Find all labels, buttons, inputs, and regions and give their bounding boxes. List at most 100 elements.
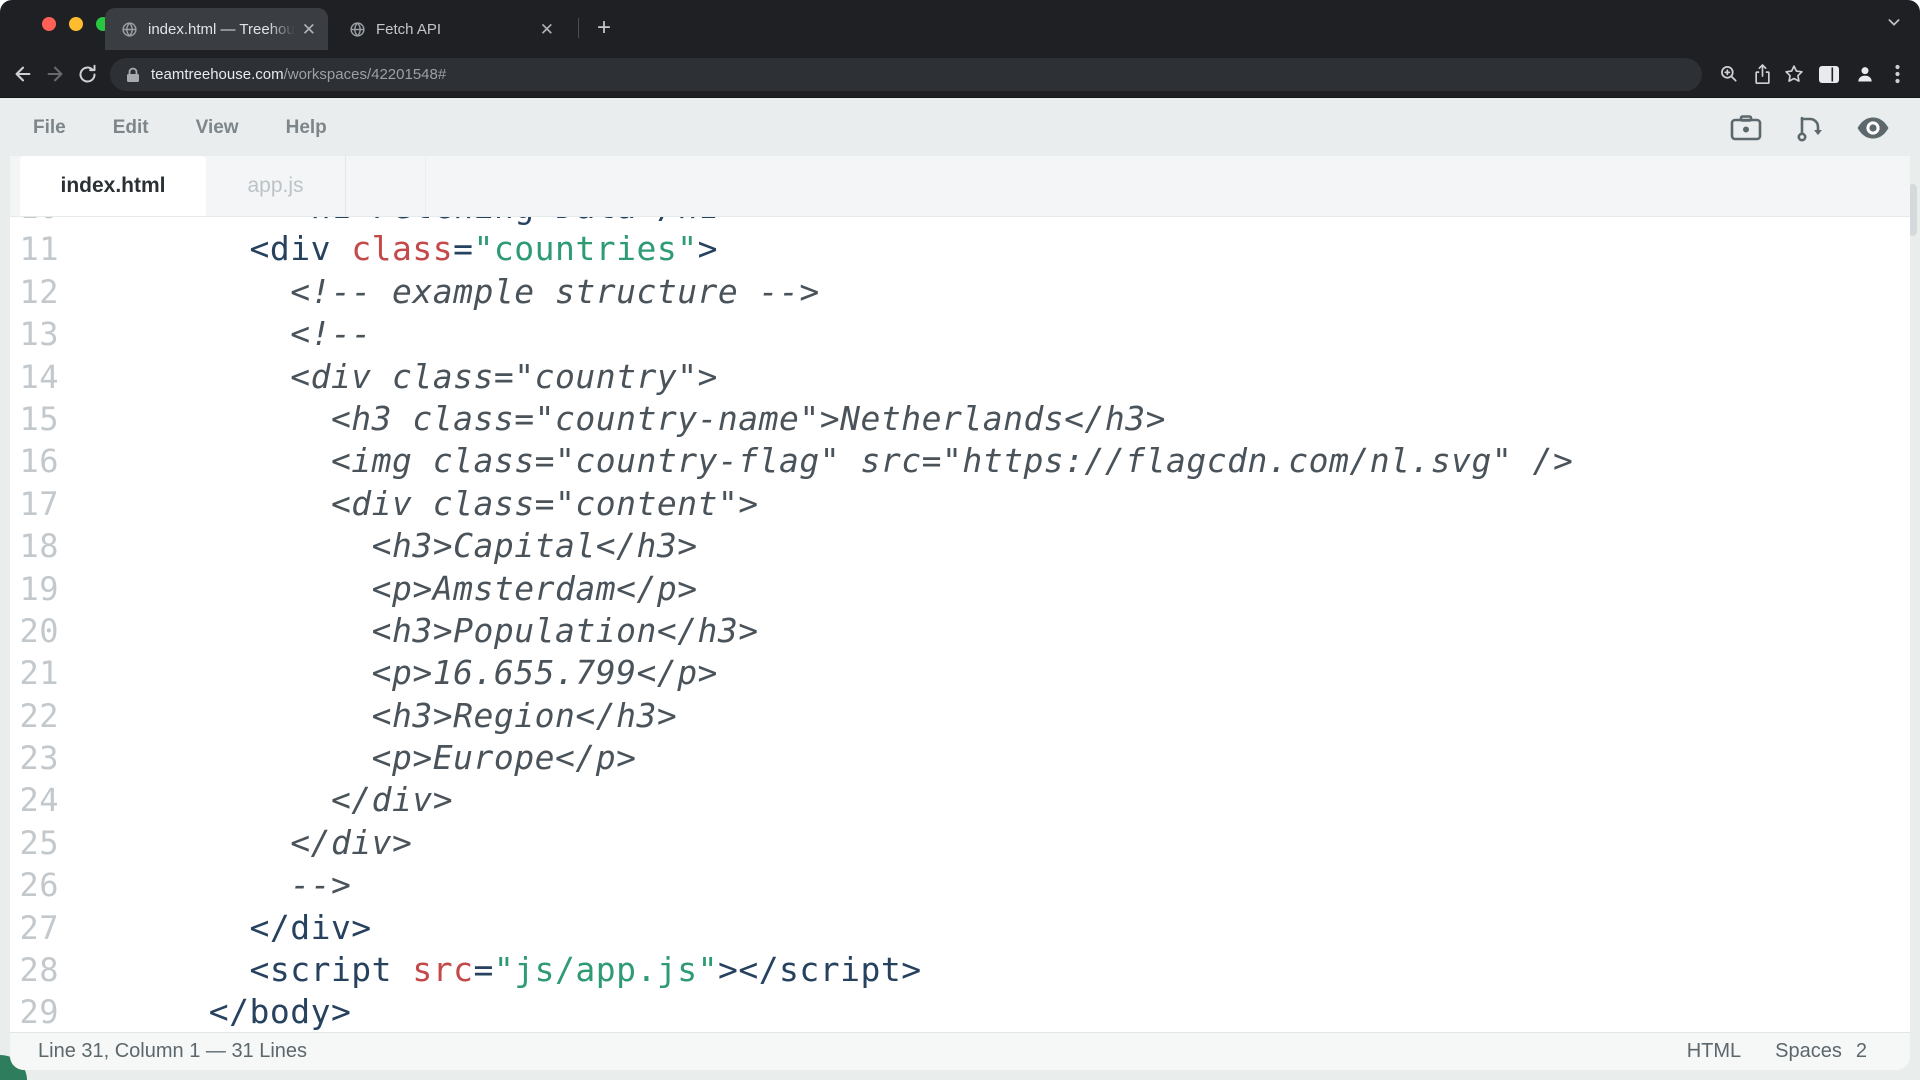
globe-favicon-icon: [349, 21, 366, 38]
browser-tabstrip: index.html — Treehouse Works ✕ Fetch API…: [0, 0, 1920, 50]
address-bar[interactable]: teamtreehouse.com/workspaces/42201548#: [110, 58, 1702, 91]
forward-button[interactable]: [40, 59, 70, 89]
code-text: <div class="countries">: [168, 228, 718, 270]
back-button[interactable]: [8, 59, 38, 89]
side-panel-icon[interactable]: [1814, 59, 1844, 89]
code-text: </div>: [168, 779, 453, 821]
browser-toolbar: teamtreehouse.com/workspaces/42201548#: [0, 50, 1920, 98]
globe-favicon-icon: [121, 21, 138, 38]
code-line[interactable]: 24 </div>: [10, 779, 1910, 821]
code-text: <script src="js/app.js"></script>: [168, 949, 922, 991]
menu-help[interactable]: Help: [286, 117, 327, 139]
code-line[interactable]: 27 </div>: [10, 907, 1910, 949]
snapshot-camera-icon[interactable]: [1730, 115, 1762, 141]
url-path: /workspaces/42201548#: [284, 66, 447, 83]
browser-tab-fetch-api[interactable]: Fetch API ✕: [333, 8, 566, 50]
line-number: 15: [10, 398, 59, 440]
editor-file-tabs: index.html app.js: [10, 156, 1910, 217]
code-text: <h3>Region</h3>: [168, 695, 677, 737]
code-line[interactable]: 17 <div class="content">: [10, 483, 1910, 525]
close-tab-icon[interactable]: ✕: [540, 21, 554, 38]
file-tab-app-js[interactable]: app.js: [206, 156, 346, 216]
browser-tab-index-html[interactable]: index.html — Treehouse Works ✕: [105, 8, 328, 50]
line-number: 16: [10, 440, 59, 482]
code-line[interactable]: 20 <h3>Population</h3>: [10, 610, 1910, 652]
editor-statusbar: Line 31, Column 1 — 31 Lines HTML Spaces…: [10, 1032, 1910, 1070]
indent-label: Spaces: [1775, 1040, 1842, 1063]
code-line[interactable]: 14 <div class="country">: [10, 356, 1910, 398]
code-line[interactable]: 19 <p>Amsterdam</p>: [10, 568, 1910, 610]
menu-view[interactable]: View: [196, 117, 239, 139]
code-line[interactable]: 29 </body>: [10, 991, 1910, 1032]
preview-eye-icon[interactable]: [1856, 116, 1890, 140]
code-text: <img class="country-flag" src="https://f…: [168, 440, 1573, 482]
code-editor[interactable]: 10 <h1>Fetching Data</h1>11 <div class="…: [10, 217, 1910, 1032]
code-text: <h1>Fetching Data</h1>: [168, 217, 738, 228]
code-line[interactable]: 28 <script src="js/app.js"></script>: [10, 949, 1910, 991]
browser-menu-kebab-icon[interactable]: [1882, 59, 1912, 89]
line-number: 24: [10, 779, 59, 821]
browser-window: index.html — Treehouse Works ✕ Fetch API…: [0, 0, 1920, 1080]
indent-value: 2: [1856, 1040, 1867, 1063]
code-line[interactable]: 23 <p>Europe</p>: [10, 737, 1910, 779]
code-line[interactable]: 13 <!--: [10, 313, 1910, 355]
menu-file[interactable]: File: [33, 117, 66, 139]
code-text: <div class="country">: [168, 356, 718, 398]
line-number: 12: [10, 271, 59, 313]
line-number: 20: [10, 610, 59, 652]
fork-workspace-icon[interactable]: [1794, 113, 1824, 143]
code-text: <p>Europe</p>: [168, 737, 636, 779]
tab-search-chevron-icon[interactable]: [1886, 14, 1902, 30]
tab-separator: [578, 18, 579, 38]
code-text: </div>: [168, 907, 372, 949]
code-text: <h3>Population</h3>: [168, 610, 759, 652]
line-number: 22: [10, 695, 59, 737]
line-number: 10: [10, 217, 59, 228]
code-line[interactable]: 22 <h3>Region</h3>: [10, 695, 1910, 737]
line-number: 26: [10, 864, 59, 906]
lock-icon: [126, 67, 140, 83]
profile-avatar-icon[interactable]: [1850, 59, 1880, 89]
file-tab-index-html[interactable]: index.html: [20, 156, 206, 216]
bookmark-star-icon[interactable]: [1779, 59, 1809, 89]
line-number: 14: [10, 356, 59, 398]
code-text: <p>16.655.799</p>: [168, 652, 718, 694]
code-lines: 10 <h1>Fetching Data</h1>11 <div class="…: [10, 217, 1910, 1032]
code-text: <!--: [168, 313, 372, 355]
line-number: 21: [10, 652, 59, 694]
line-number: 17: [10, 483, 59, 525]
code-line[interactable]: 16 <img class="country-flag" src="https:…: [10, 440, 1910, 482]
line-number: 25: [10, 822, 59, 864]
browser-tab-title: Fetch API: [376, 21, 536, 38]
code-line[interactable]: 15 <h3 class="country-name">Netherlands<…: [10, 398, 1910, 440]
code-text: <div class="content">: [168, 483, 759, 525]
line-number: 11: [10, 228, 59, 270]
workspace-page: File Edit View Help index.html app: [0, 99, 1920, 1080]
editor-panel: index.html app.js 10 <h1>Fetching Data</…: [10, 156, 1910, 1070]
code-text: </div>: [168, 822, 412, 864]
code-line[interactable]: 21 <p>16.655.799</p>: [10, 652, 1910, 694]
reload-button[interactable]: [72, 59, 102, 89]
url-host: teamtreehouse.com: [151, 66, 284, 83]
line-number: 23: [10, 737, 59, 779]
menu-edit[interactable]: Edit: [113, 117, 149, 139]
code-line[interactable]: 26 -->: [10, 864, 1910, 906]
code-line[interactable]: 12 <!-- example structure -->: [10, 271, 1910, 313]
new-tab-button[interactable]: +: [588, 12, 620, 44]
code-line[interactable]: 25 </div>: [10, 822, 1910, 864]
code-text: <!-- example structure -->: [168, 271, 820, 313]
close-tab-icon[interactable]: ✕: [302, 21, 316, 38]
zoom-icon[interactable]: [1714, 59, 1744, 89]
code-line[interactable]: 11 <div class="countries">: [10, 228, 1910, 270]
share-icon[interactable]: [1747, 59, 1777, 89]
code-line[interactable]: 18 <h3>Capital</h3>: [10, 525, 1910, 567]
close-window-button[interactable]: [42, 17, 56, 31]
code-line[interactable]: 10 <h1>Fetching Data</h1>: [10, 217, 1910, 228]
browser-tab-title: index.html — Treehouse Works: [148, 21, 298, 38]
minimize-window-button[interactable]: [69, 17, 83, 31]
line-number: 18: [10, 525, 59, 567]
cursor-position-status: Line 31, Column 1 — 31 Lines: [38, 1040, 307, 1063]
indent-settings-button[interactable]: Spaces 2: [1775, 1040, 1867, 1063]
code-text: <h3 class="country-name">Netherlands</h3…: [168, 398, 1166, 440]
language-mode-button[interactable]: HTML: [1687, 1040, 1741, 1063]
